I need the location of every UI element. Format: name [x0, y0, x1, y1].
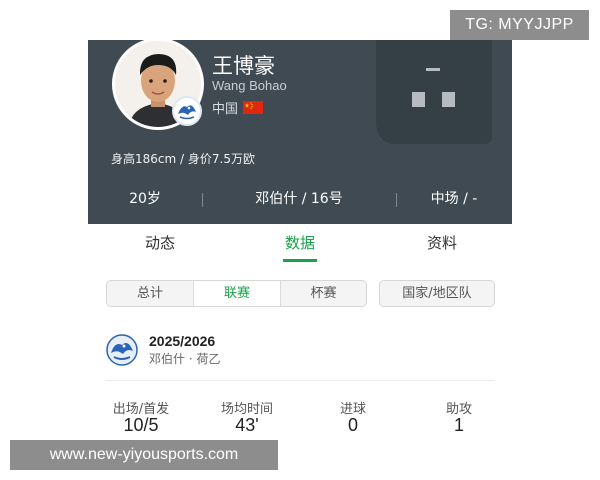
watermark-bottom: www.new-yiyousports.com — [10, 440, 278, 470]
player-position: 中场 / - — [430, 191, 478, 207]
player-name: 王博豪 — [212, 54, 275, 78]
season-club-league: 邓伯什 · 荷乙 — [149, 352, 221, 366]
player-bio: 身高186cm / 身价7.5万欧 — [111, 152, 255, 166]
active-tab-indicator — [283, 259, 317, 262]
player-club-number: 邓伯什 / 16号 — [255, 191, 343, 207]
stat-value-goals: 0 — [347, 415, 358, 435]
tab-profile[interactable]: 资料 — [402, 232, 482, 253]
nationality-label: 中国 — [212, 102, 239, 117]
stat-value-appearances: 10/5 — [123, 415, 159, 435]
filter-total[interactable]: 总计 — [107, 281, 193, 306]
filter-league[interactable]: 联赛 — [194, 281, 280, 306]
tab-stats[interactable]: 数据 — [260, 232, 340, 253]
player-age: 20岁 — [129, 191, 161, 207]
stat-value-avg-minutes: 43' — [235, 415, 259, 435]
player-nationality: 中国 — [212, 98, 264, 117]
player-info-row: 20岁 邓伯什 / 16号 中场 / - — [88, 188, 512, 212]
filter-cup[interactable]: 杯赛 — [281, 281, 366, 306]
tab-news[interactable]: 动态 — [120, 232, 200, 253]
season-divider — [106, 380, 494, 381]
club-logo-icon — [106, 334, 138, 366]
national-team-button[interactable]: 国家/地区队 — [379, 280, 495, 307]
player-name-english: Wang Bohao — [212, 78, 287, 93]
competition-filter: 总计 联赛 杯赛 — [106, 280, 367, 307]
club-badge-icon — [172, 96, 202, 126]
season-title: 2025/2026 — [149, 333, 216, 349]
china-flag-icon — [243, 101, 264, 114]
watermark-top: TG: MYYJJPP — [450, 10, 589, 40]
jersey-icon — [374, 40, 492, 144]
stat-value-assists: 1 — [453, 415, 464, 435]
